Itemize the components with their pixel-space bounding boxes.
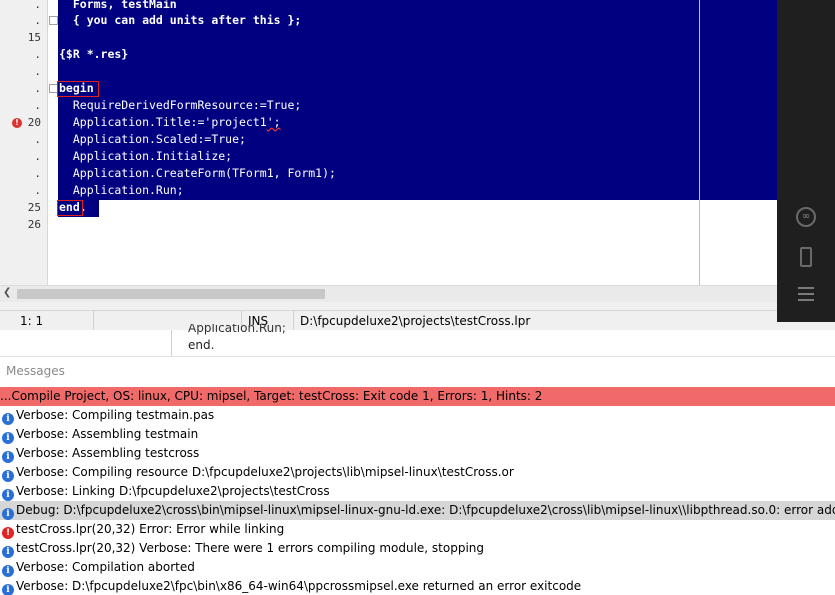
error-icon: ! <box>2 527 14 539</box>
message-row[interactable]: i Verbose: Compiling testmain.pas <box>0 406 835 425</box>
messages-title: Messages <box>6 364 65 378</box>
message-row[interactable]: i Verbose: Assembling testmain <box>0 425 835 444</box>
link-icon[interactable]: ∞ <box>796 207 816 227</box>
line-number: . <box>34 167 41 180</box>
message-row[interactable]: i Verbose: Assembling testcross <box>0 444 835 463</box>
error-gutter-icon[interactable]: ! <box>12 118 22 128</box>
code-line[interactable]: Application.Title:='project1'; <box>59 114 281 131</box>
message-row[interactable]: i testCross.lpr(20,32) Verbose: There wer… <box>0 539 835 558</box>
file-path: D:\fpcupdeluxe2\projects\testCross.lpr <box>300 314 531 328</box>
message-row[interactable]: i Verbose: Compilation aborted <box>0 558 835 577</box>
code-fragment: Application.Title:='project1 <box>59 115 267 129</box>
info-icon: i <box>2 432 14 444</box>
scrollbar-thumb[interactable] <box>17 289 325 299</box>
code-line[interactable]: Application.CreateForm(TForm1, Form1); <box>59 165 336 182</box>
floating-tool-panel: ∞ <box>777 0 835 322</box>
info-icon: i <box>2 546 14 558</box>
clipped-code-line: Application.Run; <box>188 324 286 335</box>
message-row[interactable]: i Verbose: Compiling resource D:\fpcupdel… <box>0 463 835 482</box>
code-line[interactable]: Application.Run; <box>59 182 184 199</box>
code-line[interactable]: Application.Scaled:=True; <box>59 131 246 148</box>
line-number: . <box>34 82 41 95</box>
messages-list[interactable]: ...Compile Project, OS: linux, CPU: mips… <box>0 387 835 595</box>
line-number: 26 <box>27 218 41 231</box>
code-line[interactable]: {$R *.res} <box>59 46 128 63</box>
info-icon: i <box>2 413 14 425</box>
message-row[interactable]: i Verbose: Linking D:\fpcupdeluxe2\projec… <box>0 482 835 501</box>
matching-keyword-box <box>57 81 99 97</box>
horizontal-scrollbar[interactable]: ❮ <box>0 285 777 302</box>
info-icon: i <box>2 565 14 577</box>
code-line: end. <box>188 338 215 352</box>
line-number: . <box>34 65 41 78</box>
info-icon: i <box>2 584 14 595</box>
line-number: . <box>34 150 41 163</box>
code-line[interactable]: RequireDerivedFormResource:=True; <box>59 97 301 114</box>
info-icon: i <box>2 508 14 520</box>
right-margin-line <box>699 0 700 285</box>
message-summary[interactable]: ...Compile Project, OS: linux, CPU: mips… <box>0 387 835 406</box>
source-editor[interactable]: . . 15 . . . . 20 . . . . 25 26 ! Forms,… <box>0 0 835 285</box>
scroll-left-icon[interactable]: ❮ <box>3 287 11 298</box>
error-underline: '; <box>266 115 281 129</box>
messages-panel-header: Messages <box>0 357 835 387</box>
menu-icon[interactable] <box>796 283 816 303</box>
message-row[interactable]: i Verbose: D:\fpcupdeluxe2\fpc\bin\x86_64… <box>0 577 835 595</box>
line-number: . <box>34 14 41 27</box>
cursor-position: 1: 1 <box>14 311 94 331</box>
fold-toggle-icon[interactable] <box>49 16 58 25</box>
message-row-error[interactable]: ! testCross.lpr(20,32) Error: Error while… <box>0 520 835 539</box>
line-number: . <box>34 99 41 112</box>
divider <box>171 330 172 356</box>
line-number: . <box>34 184 41 197</box>
matching-keyword-box <box>57 200 83 216</box>
line-number: 25 <box>27 201 41 214</box>
info-icon: i <box>2 470 14 482</box>
phone-icon[interactable] <box>800 247 812 267</box>
info-icon: i <box>2 489 14 501</box>
code-line[interactable]: Application.Initialize; <box>59 148 232 165</box>
line-number: . <box>34 48 41 61</box>
status-bar: 1: 1 INS D:\fpcupdeluxe2\projects\testCr… <box>0 310 777 331</box>
message-row-selected[interactable]: i Debug: D:\fpcupdeluxe2\cross\bin\mipsel… <box>0 501 835 520</box>
secondary-editor-view: Application.Run; end. <box>0 324 835 357</box>
line-number: 15 <box>27 31 41 44</box>
info-icon: i <box>2 451 14 463</box>
line-number: . <box>34 133 41 146</box>
line-number-gutter: . . 15 . . . . 20 . . . . 25 26 ! <box>0 0 48 285</box>
line-number: 20 <box>27 116 41 129</box>
code-line[interactable]: { you can add units after this }; <box>59 12 301 29</box>
